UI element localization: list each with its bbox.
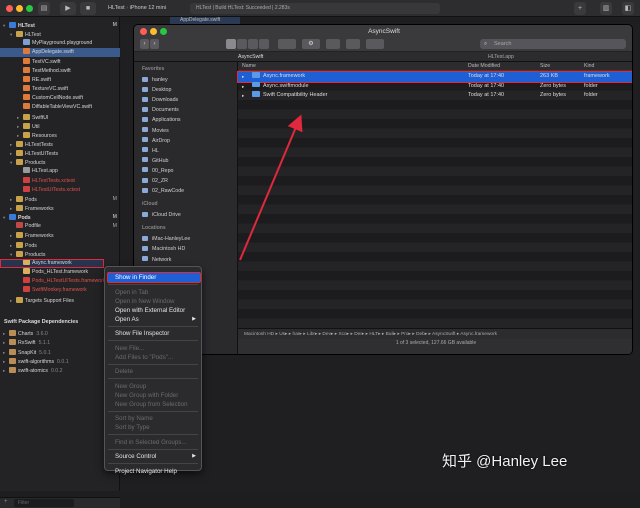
menu-item-label: New Group with Folder: [115, 391, 179, 399]
menu-item-label: Show in Finder: [115, 274, 157, 281]
menu-item-label: Open with External Editor: [115, 306, 186, 314]
menu-item-label: Project Navigator Help: [115, 467, 177, 475]
menu-item-new-file: New File...: [105, 344, 201, 353]
menu-item-label: Add Files to "Pods"...: [115, 353, 174, 361]
submenu-arrow-icon: ▶: [192, 453, 196, 459]
menu-separator: [108, 325, 198, 327]
menu-item-project-navigator-help[interactable]: Project Navigator Help: [105, 467, 201, 476]
menu-item-label: Sort by Name: [115, 415, 153, 422]
filter-input[interactable]: Filter: [14, 499, 74, 507]
menu-item-label: Source Control: [115, 453, 157, 460]
menu-item-label: Show File Inspector: [115, 330, 170, 337]
menu-separator: [108, 410, 198, 412]
menu-item-label: New File...: [115, 344, 145, 352]
menu-separator: [108, 340, 198, 341]
menu-item-open-in-new-window: Open in New Window: [105, 297, 201, 306]
menu-item-new-group-with-folder: New Group with Folder: [105, 391, 201, 400]
menu-separator: [108, 448, 198, 450]
menu-item-label: Open in Tab: [115, 288, 149, 296]
menu-item-show-file-inspector[interactable]: Show File Inspector: [105, 329, 201, 338]
menu-item-label: Open in New Window: [115, 297, 175, 305]
menu-item-label: Sort by Type: [115, 424, 150, 431]
menu-separator: [108, 284, 198, 285]
annotation-arrow: [239, 114, 303, 261]
menu-item-delete: Delete: [105, 367, 201, 376]
navigator-filter-bar: + Filter: [0, 497, 120, 508]
menu-item-source-control[interactable]: Source Control ▶: [105, 452, 201, 461]
menu-item-label: New Group from Selection: [115, 400, 188, 408]
menu-item-add-files-to-pods: Add Files to "Pods"...: [105, 353, 201, 362]
context-menu: Show in Finder Open in Tab Open in New Win…: [104, 266, 202, 475]
menu-item-open-in-tab: Open in Tab: [105, 288, 201, 297]
menu-separator: [108, 463, 198, 464]
menu-item-label: Delete: [115, 368, 133, 375]
watermark: 知乎 @Hanley Lee: [442, 453, 568, 470]
menu-item-new-group-from-selection: New Group from Selection: [105, 400, 201, 409]
menu-separator: [108, 434, 198, 435]
submenu-arrow-icon: ▶: [192, 315, 196, 322]
menu-item-find-in-selected-groups: Find in Selected Groups...: [105, 438, 201, 447]
add-icon[interactable]: +: [4, 499, 8, 505]
menu-separator: [108, 378, 198, 379]
menu-item-open-with-external-editor[interactable]: Open with External Editor: [105, 306, 201, 315]
menu-separator: [108, 363, 198, 365]
menu-item-label: Find in Selected Groups...: [115, 438, 187, 446]
menu-item-show-in-finder[interactable]: Show in Finder: [105, 273, 201, 282]
menu-item-label: New Group: [115, 382, 147, 390]
menu-item-label: Open As: [115, 315, 139, 323]
menu-item-new-group: New Group: [105, 382, 201, 391]
red-arrow: [239, 114, 303, 261]
menu-item-sort-by-name: Sort by Name: [105, 414, 201, 423]
menu-item-sort-by-type: Sort by Type: [105, 423, 201, 432]
menu-item-open-as[interactable]: Open As ▶: [105, 315, 201, 324]
